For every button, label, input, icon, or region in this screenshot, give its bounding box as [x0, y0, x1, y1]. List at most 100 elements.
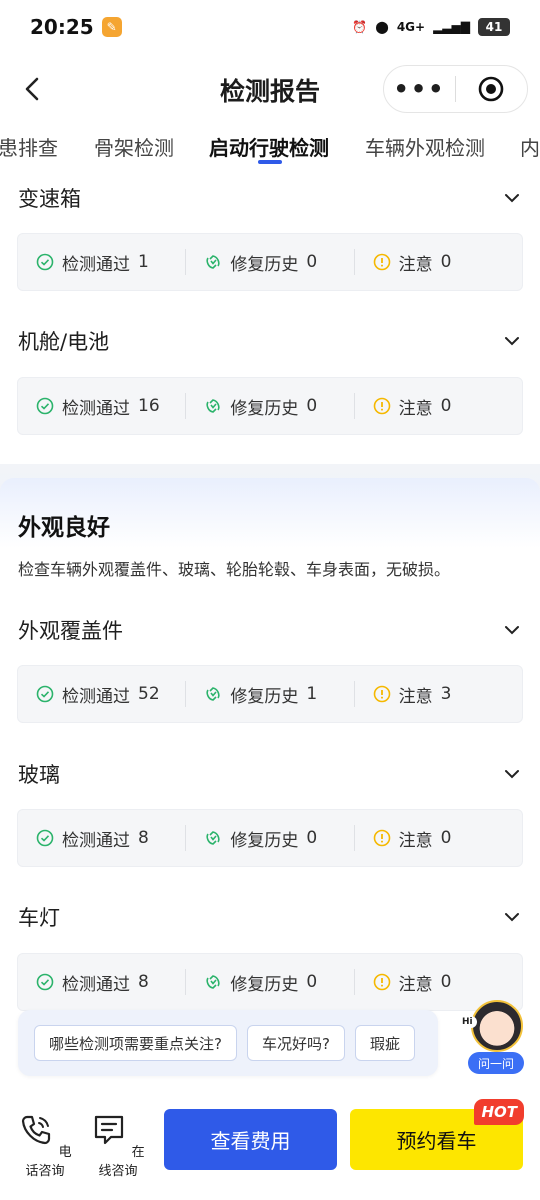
repair-wrench-icon [206, 255, 220, 269]
stat-card: 检测通过 52 修复历史 1 注意 3 [17, 665, 523, 723]
chevron-down-icon[interactable] [502, 188, 522, 208]
warning-circle-icon [373, 973, 390, 991]
clock: 20:25 [30, 15, 94, 39]
stat-pass-label: 检测通过 [62, 974, 130, 995]
assistant-avatar [471, 1000, 523, 1052]
ai-assistant-button[interactable]: Hi 问一问 [458, 1000, 526, 1076]
alarm-icon: ⏰ [352, 20, 368, 34]
tab-drive-check[interactable]: 启动行驶检测 [209, 132, 329, 161]
more-icon[interactable]: ••• [384, 75, 455, 103]
battery-icon: 41 [478, 18, 510, 36]
section-title: 机舱/电池 [18, 330, 110, 354]
warning-circle-icon [373, 685, 390, 703]
section-body-panels[interactable]: 外观覆盖件 [18, 610, 522, 650]
section-gearbox[interactable]: 变速箱 [18, 178, 522, 218]
question-chip[interactable]: 瑕疵 [354, 1025, 415, 1061]
stat-card: 检测通过 8 修复历史 0 注意 0 [17, 953, 523, 1011]
close-target-icon[interactable] [456, 76, 527, 102]
stat-repair[interactable]: 修复历史 0 [185, 969, 353, 995]
question-chip[interactable]: 哪些检测项需要重点关注? [34, 1025, 237, 1061]
stat-repair-label: 修复历史 [230, 398, 299, 419]
section-glass[interactable]: 玻璃 [18, 754, 522, 794]
online-consult-button[interactable]: 在线咨询 [88, 1112, 148, 1179]
stat-card: 检测通过 1 修复历史 0 注意 0 [17, 233, 523, 291]
app-notification-icon: ✎ [101, 17, 122, 37]
stat-attention-label: 注意 [398, 686, 433, 707]
stat-attention-label: 注意 [398, 974, 433, 995]
stat-pass[interactable]: 检测通过 8 [18, 825, 185, 851]
chevron-down-icon[interactable] [502, 331, 522, 351]
book-viewing-button[interactable]: 预约看车 HOT [350, 1099, 524, 1170]
section-title: 车灯 [18, 906, 60, 930]
status-bar: 20:25 ✎ ⏰ ⬤ 4G+ ▂▃▅▇ 41 [0, 0, 540, 54]
stat-repair-label: 修复历史 [230, 974, 299, 995]
section-lights[interactable]: 车灯 [18, 897, 522, 937]
tab-frame-check[interactable]: 骨架检测 [94, 132, 174, 161]
check-circle-icon [36, 397, 54, 415]
chevron-down-icon[interactable] [502, 907, 522, 927]
stat-pass-count: 1 [138, 252, 149, 272]
stat-card: 检测通过 8 修复历史 0 注意 0 [17, 809, 523, 867]
stat-attention[interactable]: 注意 0 [353, 393, 522, 419]
stat-pass-count: 52 [138, 684, 160, 704]
stat-pass-label: 检测通过 [62, 254, 130, 275]
online-consult-label: 在线咨询 [98, 1145, 145, 1179]
stat-attention[interactable]: 注意 0 [353, 825, 522, 851]
stat-repair-label: 修复历史 [230, 830, 299, 851]
stat-attention[interactable]: 注意 0 [353, 249, 522, 275]
tab-hazard-check[interactable]: 患排查 [0, 132, 58, 161]
stat-attention-label: 注意 [398, 830, 433, 851]
check-circle-icon [36, 829, 54, 847]
stat-pass-count: 8 [138, 828, 149, 848]
section-title: 变速箱 [18, 187, 81, 211]
active-tab-indicator [258, 160, 282, 164]
section-title: 外观覆盖件 [18, 619, 123, 643]
stat-repair-label: 修复历史 [230, 686, 299, 707]
stat-repair-label: 修复历史 [230, 254, 299, 275]
stat-pass[interactable]: 检测通过 1 [18, 249, 185, 275]
chat-icon [95, 1115, 124, 1145]
stat-attention-count: 0 [440, 396, 452, 416]
phone-consult-button[interactable]: 电话咨询 [15, 1112, 75, 1179]
report-tabs: 患排查 骨架检测 启动行驶检测 车辆外观检测 内 [0, 126, 540, 170]
repair-wrench-icon [206, 687, 220, 701]
view-fee-button[interactable]: 查看费用 [164, 1109, 337, 1170]
stat-pass-label: 检测通过 [62, 830, 130, 851]
tab-interior-check[interactable]: 内 [520, 132, 540, 161]
question-chip[interactable]: 车况好吗? [246, 1025, 345, 1061]
stat-repair[interactable]: 修复历史 0 [185, 249, 353, 275]
tab-exterior-check[interactable]: 车辆外观检测 [365, 132, 485, 161]
stat-repair-count: 0 [306, 972, 318, 992]
stat-attention-count: 3 [440, 684, 452, 704]
quick-question-bar: 哪些检测项需要重点关注? 车况好吗? 瑕疵 [18, 1010, 438, 1076]
warning-circle-icon [373, 253, 390, 271]
repair-wrench-icon [206, 831, 220, 845]
phone-consult-label: 电话咨询 [25, 1145, 72, 1179]
repair-wrench-icon [206, 399, 220, 413]
stat-repair-count: 0 [306, 252, 318, 272]
group-description: 检查车辆外观覆盖件、玻璃、轮胎轮毂、车身表面，无破损。 [18, 560, 451, 579]
stat-pass[interactable]: 检测通过 16 [18, 393, 185, 419]
chevron-down-icon[interactable] [502, 620, 522, 640]
chevron-down-icon[interactable] [502, 764, 522, 784]
hot-badge: HOT [474, 1099, 524, 1125]
location-icon: ⬤ [375, 20, 389, 34]
stat-repair-count: 1 [306, 684, 318, 704]
stat-attention[interactable]: 注意 3 [353, 681, 522, 707]
section-engine-battery[interactable]: 机舱/电池 [18, 321, 522, 361]
stat-attention-count: 0 [440, 828, 452, 848]
stat-repair[interactable]: 修复历史 0 [185, 825, 353, 851]
signal-icon: ▂▃▅▇ [433, 20, 470, 34]
stat-attention[interactable]: 注意 0 [353, 969, 522, 995]
warning-circle-icon [373, 829, 390, 847]
back-icon[interactable] [18, 74, 48, 104]
page-title: 检测报告 [219, 77, 320, 106]
stat-pass-count: 8 [138, 972, 149, 992]
stat-pass[interactable]: 检测通过 52 [18, 681, 185, 707]
stat-pass[interactable]: 检测通过 8 [18, 969, 185, 995]
stat-repair[interactable]: 修复历史 1 [185, 681, 353, 707]
check-circle-icon [36, 685, 54, 703]
stat-pass-label: 检测通过 [62, 398, 130, 419]
stat-repair[interactable]: 修复历史 0 [185, 393, 353, 419]
stat-attention-label: 注意 [398, 254, 433, 275]
